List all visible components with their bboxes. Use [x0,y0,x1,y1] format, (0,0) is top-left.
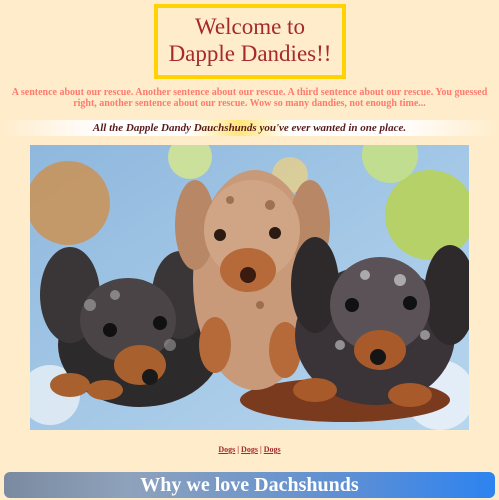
site-title-box: Welcome to Dapple Dandies!! [154,4,346,79]
dogs-link-3[interactable]: Dogs [264,445,281,454]
link-separator: | [237,445,240,454]
site-title-line2: Dapple Dandies!! [168,41,332,66]
dogs-links: Dogs | Dogs | Dogs [0,445,499,454]
intro-paragraph: A sentence about our rescue. Another sen… [11,87,488,109]
section-heading: Why we love Dachshunds [140,474,359,496]
tagline: All the Dapple Dandy Dauchshunds you've … [0,120,499,136]
dogs-link-2[interactable]: Dogs [241,445,258,454]
puppies-illustration [30,145,469,430]
site-title-line1: Welcome to [195,14,305,39]
section-heading-bar: Why we love Dachshunds [4,472,495,498]
puppies-photo [30,145,469,430]
link-separator: | [259,445,262,454]
dogs-link-1[interactable]: Dogs [218,445,235,454]
